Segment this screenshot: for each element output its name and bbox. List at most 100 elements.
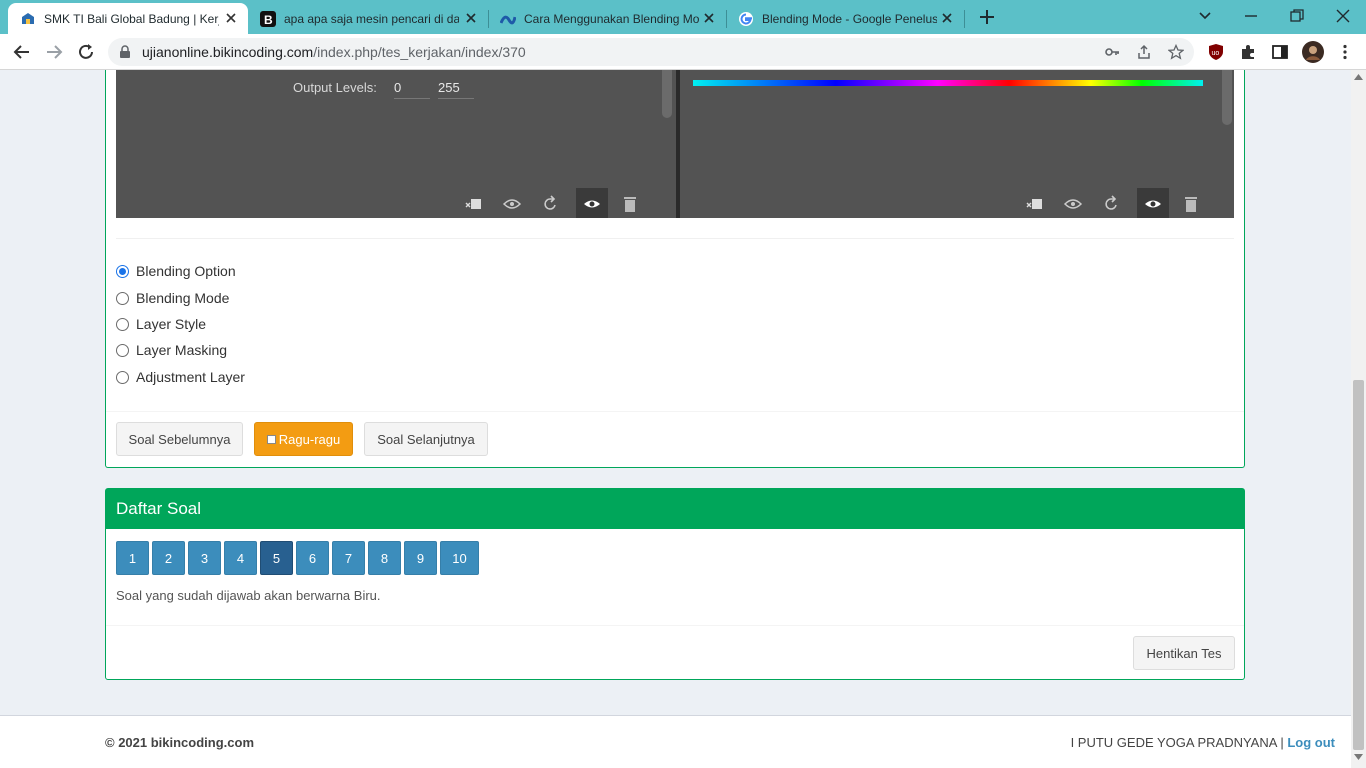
copyright: © 2021 bikincoding.com bbox=[105, 735, 255, 750]
page-content: Output Levels: 0 255 Blending Option Ble… bbox=[0, 70, 1351, 768]
radio-button[interactable] bbox=[116, 343, 129, 357]
option-label: Blending Mode bbox=[136, 290, 230, 306]
radio-button[interactable] bbox=[116, 264, 129, 278]
tab-search-chevron-icon[interactable] bbox=[1196, 7, 1214, 25]
radio-button[interactable] bbox=[116, 291, 129, 305]
visibility-eye-icon bbox=[584, 200, 600, 208]
reset-icon bbox=[1105, 195, 1117, 210]
url-text[interactable]: ujianonline.bikincoding.com/index.php/te… bbox=[142, 44, 526, 60]
close-tab-icon[interactable] bbox=[224, 11, 238, 25]
gradient-strip bbox=[693, 80, 1203, 86]
tab-apa-apa[interactable]: B apa apa saja mesin pencari di dal bbox=[248, 3, 488, 34]
panel-scrollbar bbox=[662, 70, 672, 118]
question-list-title: Daftar Soal bbox=[106, 489, 1244, 529]
svg-text:uo: uo bbox=[1212, 50, 1220, 57]
question-number-button[interactable]: 9 bbox=[404, 541, 437, 575]
output-level-high: 255 bbox=[438, 80, 474, 99]
tab-title: Cara Menggunakan Blending Mo bbox=[524, 11, 699, 26]
scroll-down-arrow-icon[interactable] bbox=[1354, 754, 1363, 760]
close-window-icon[interactable] bbox=[1334, 7, 1352, 25]
ublock-shield-icon[interactable]: uo bbox=[1207, 43, 1225, 61]
tab-separator bbox=[964, 10, 965, 28]
question-number-list: 1 2 3 4 5 6 7 8 9 10 bbox=[116, 541, 482, 575]
tab-smk-ti[interactable]: SMK TI Bali Global Badung | Kerja bbox=[8, 3, 248, 34]
option-blending-option[interactable]: Blending Option bbox=[116, 261, 236, 281]
close-tab-icon[interactable] bbox=[464, 11, 478, 25]
option-label: Blending Option bbox=[136, 263, 236, 279]
question-number-button[interactable]: 3 bbox=[188, 541, 221, 575]
stop-test-button[interactable]: Hentikan Tes bbox=[1133, 636, 1235, 670]
tab-cara-menggunakan[interactable]: Cara Menggunakan Blending Mo bbox=[488, 3, 726, 34]
url-host: ujianonline.bikincoding.com bbox=[142, 44, 314, 60]
view-previous-eye-icon bbox=[1063, 199, 1083, 209]
browser-tab-bar: SMK TI Bali Global Badung | Kerja B apa … bbox=[0, 0, 1366, 34]
tab-title: apa apa saja mesin pencari di dal bbox=[284, 11, 459, 26]
next-question-button[interactable]: Soal Selanjutnya bbox=[364, 422, 488, 456]
radio-button[interactable] bbox=[116, 317, 129, 331]
close-tab-icon[interactable] bbox=[702, 11, 716, 25]
output-level-low: 0 bbox=[394, 80, 430, 99]
reload-icon[interactable] bbox=[76, 42, 96, 62]
side-panel-icon[interactable] bbox=[1271, 43, 1289, 61]
menu-kebab-icon[interactable] bbox=[1336, 43, 1354, 61]
radio-button[interactable] bbox=[116, 370, 129, 384]
svg-text:B: B bbox=[264, 13, 273, 27]
address-bar[interactable]: ujianonline.bikincoding.com/index.php/te… bbox=[108, 38, 1194, 66]
trash-icon bbox=[1185, 197, 1197, 212]
question-box: Output Levels: 0 255 Blending Option Ble… bbox=[105, 70, 1245, 468]
minimize-icon[interactable] bbox=[1242, 7, 1260, 25]
divider bbox=[116, 238, 1234, 239]
question-list-box: Daftar Soal 1 2 3 4 5 6 7 8 9 10 Soal ya… bbox=[105, 488, 1245, 680]
reset-icon bbox=[544, 195, 556, 210]
new-tab-plus-icon[interactable] bbox=[978, 8, 996, 26]
question-number-button[interactable]: 10 bbox=[440, 541, 479, 575]
browser-toolbar: ujianonline.bikincoding.com/index.php/te… bbox=[0, 34, 1366, 70]
doubt-button[interactable]: Ragu-ragu bbox=[254, 422, 353, 456]
question-number-button[interactable]: 1 bbox=[116, 541, 149, 575]
output-levels-label: Output Levels: bbox=[293, 80, 377, 95]
question-number-button[interactable]: 4 bbox=[224, 541, 257, 575]
tab-google-search[interactable]: Blending Mode - Google Penelus bbox=[726, 3, 964, 34]
user-name: I PUTU GEDE YOGA PRADNYANA bbox=[1070, 735, 1277, 750]
scrollbar-thumb[interactable] bbox=[1353, 380, 1364, 750]
option-layer-style[interactable]: Layer Style bbox=[116, 314, 206, 334]
option-layer-masking[interactable]: Layer Masking bbox=[116, 340, 227, 360]
clip-layer-icon bbox=[465, 199, 481, 209]
question-number-button[interactable]: 7 bbox=[332, 541, 365, 575]
logout-link[interactable]: Log out bbox=[1287, 735, 1335, 750]
option-blending-mode[interactable]: Blending Mode bbox=[116, 288, 229, 308]
forward-arrow-icon[interactable] bbox=[44, 42, 64, 62]
share-icon[interactable] bbox=[1136, 44, 1152, 60]
option-adjustment-layer[interactable]: Adjustment Layer bbox=[116, 367, 245, 387]
question-image: Output Levels: 0 255 bbox=[116, 70, 1234, 218]
prev-question-button[interactable]: Soal Sebelumnya bbox=[116, 422, 243, 456]
panel-scrollbar bbox=[1222, 70, 1232, 125]
wave-favicon-icon bbox=[500, 11, 516, 27]
question-number-button-current[interactable]: 5 bbox=[260, 541, 293, 575]
lock-icon[interactable] bbox=[118, 45, 132, 59]
view-previous-eye-icon bbox=[502, 199, 522, 209]
question-number-button[interactable]: 8 bbox=[368, 541, 401, 575]
option-label: Adjustment Layer bbox=[136, 369, 245, 385]
question-number-button[interactable]: 6 bbox=[296, 541, 329, 575]
footer-separator: | bbox=[1280, 735, 1284, 750]
doubt-checkbox[interactable] bbox=[266, 434, 276, 444]
divider bbox=[106, 625, 1244, 626]
back-arrow-icon[interactable] bbox=[12, 42, 32, 62]
footer-user: I PUTU GEDE YOGA PRADNYANA | Log out bbox=[1071, 735, 1335, 750]
google-favicon-icon bbox=[738, 11, 754, 27]
extensions-puzzle-icon[interactable] bbox=[1239, 43, 1257, 61]
restore-icon[interactable] bbox=[1288, 7, 1306, 25]
close-tab-icon[interactable] bbox=[940, 11, 954, 25]
scroll-up-arrow-icon[interactable] bbox=[1354, 74, 1363, 80]
trash-icon bbox=[624, 197, 636, 212]
bookmark-star-icon[interactable] bbox=[1168, 44, 1184, 60]
question-number-button[interactable]: 2 bbox=[152, 541, 185, 575]
panel-divider bbox=[676, 70, 680, 218]
tab-title: SMK TI Bali Global Badung | Kerja bbox=[44, 11, 219, 26]
profile-avatar-icon[interactable] bbox=[1302, 41, 1324, 63]
url-path: /index.php/tes_kerjakan/index/370 bbox=[313, 44, 526, 60]
doubt-label: Ragu-ragu bbox=[278, 431, 341, 447]
page-scrollbar[interactable] bbox=[1351, 70, 1366, 768]
key-icon[interactable] bbox=[1104, 44, 1120, 60]
